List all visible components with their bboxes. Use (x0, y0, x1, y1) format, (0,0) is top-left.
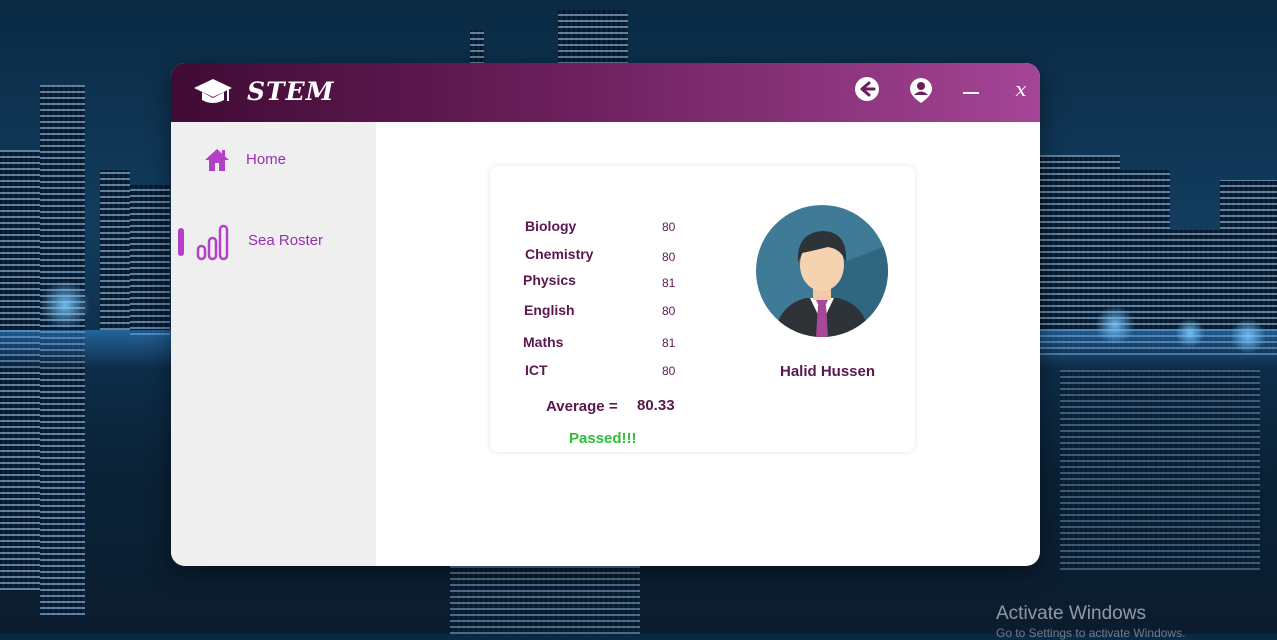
graduation-cap-icon (194, 79, 232, 103)
subject-name: Maths (523, 334, 564, 350)
sidebar-item-sea-roster[interactable]: Sea Roster (171, 222, 376, 262)
active-indicator (178, 228, 184, 256)
sidebar: Home Sea Roster (171, 122, 376, 566)
subject-name: ICT (525, 362, 548, 378)
activate-windows-watermark: Activate Windows (996, 603, 1146, 624)
student-name: Halid Hussen (779, 363, 876, 380)
subject-name: Chemistry (525, 246, 594, 262)
sidebar-item-label: Home (246, 151, 287, 168)
minimize-icon[interactable] (957, 75, 985, 103)
titlebar: STEM x (171, 63, 1040, 122)
activate-windows-subtext: Go to Settings to activate Windows. (996, 626, 1186, 640)
student-avatar (756, 205, 888, 337)
subject-score: 80 (662, 364, 676, 378)
average-label: Average = (546, 398, 618, 415)
subject-score: 81 (662, 276, 676, 290)
sidebar-item-home[interactable]: Home (171, 147, 376, 177)
sidebar-item-label: Sea Roster (248, 232, 324, 249)
subject-name: English (524, 302, 575, 318)
subject-score: 80 (662, 250, 676, 264)
app-window: STEM x Home Sea Roster Biology 80 Chemis… (171, 63, 1040, 566)
status-badge: Passed!!! (569, 430, 637, 447)
subject-name: Physics (523, 272, 576, 288)
app-title: STEM (247, 77, 335, 106)
subject-name: Biology (525, 218, 577, 234)
user-pin-icon[interactable] (907, 76, 935, 104)
home-icon (205, 149, 229, 171)
back-arrow-icon[interactable] (853, 75, 881, 103)
average-value: 80.33 (637, 397, 675, 414)
close-icon[interactable]: x (1007, 75, 1035, 103)
subject-score: 80 (662, 304, 676, 318)
subject-score: 80 (662, 220, 676, 234)
student-result-card: Biology 80 Chemistry 80 Physics 81 Engli… (490, 166, 915, 452)
subject-score: 81 (662, 336, 676, 350)
bar-chart-icon (196, 224, 229, 261)
